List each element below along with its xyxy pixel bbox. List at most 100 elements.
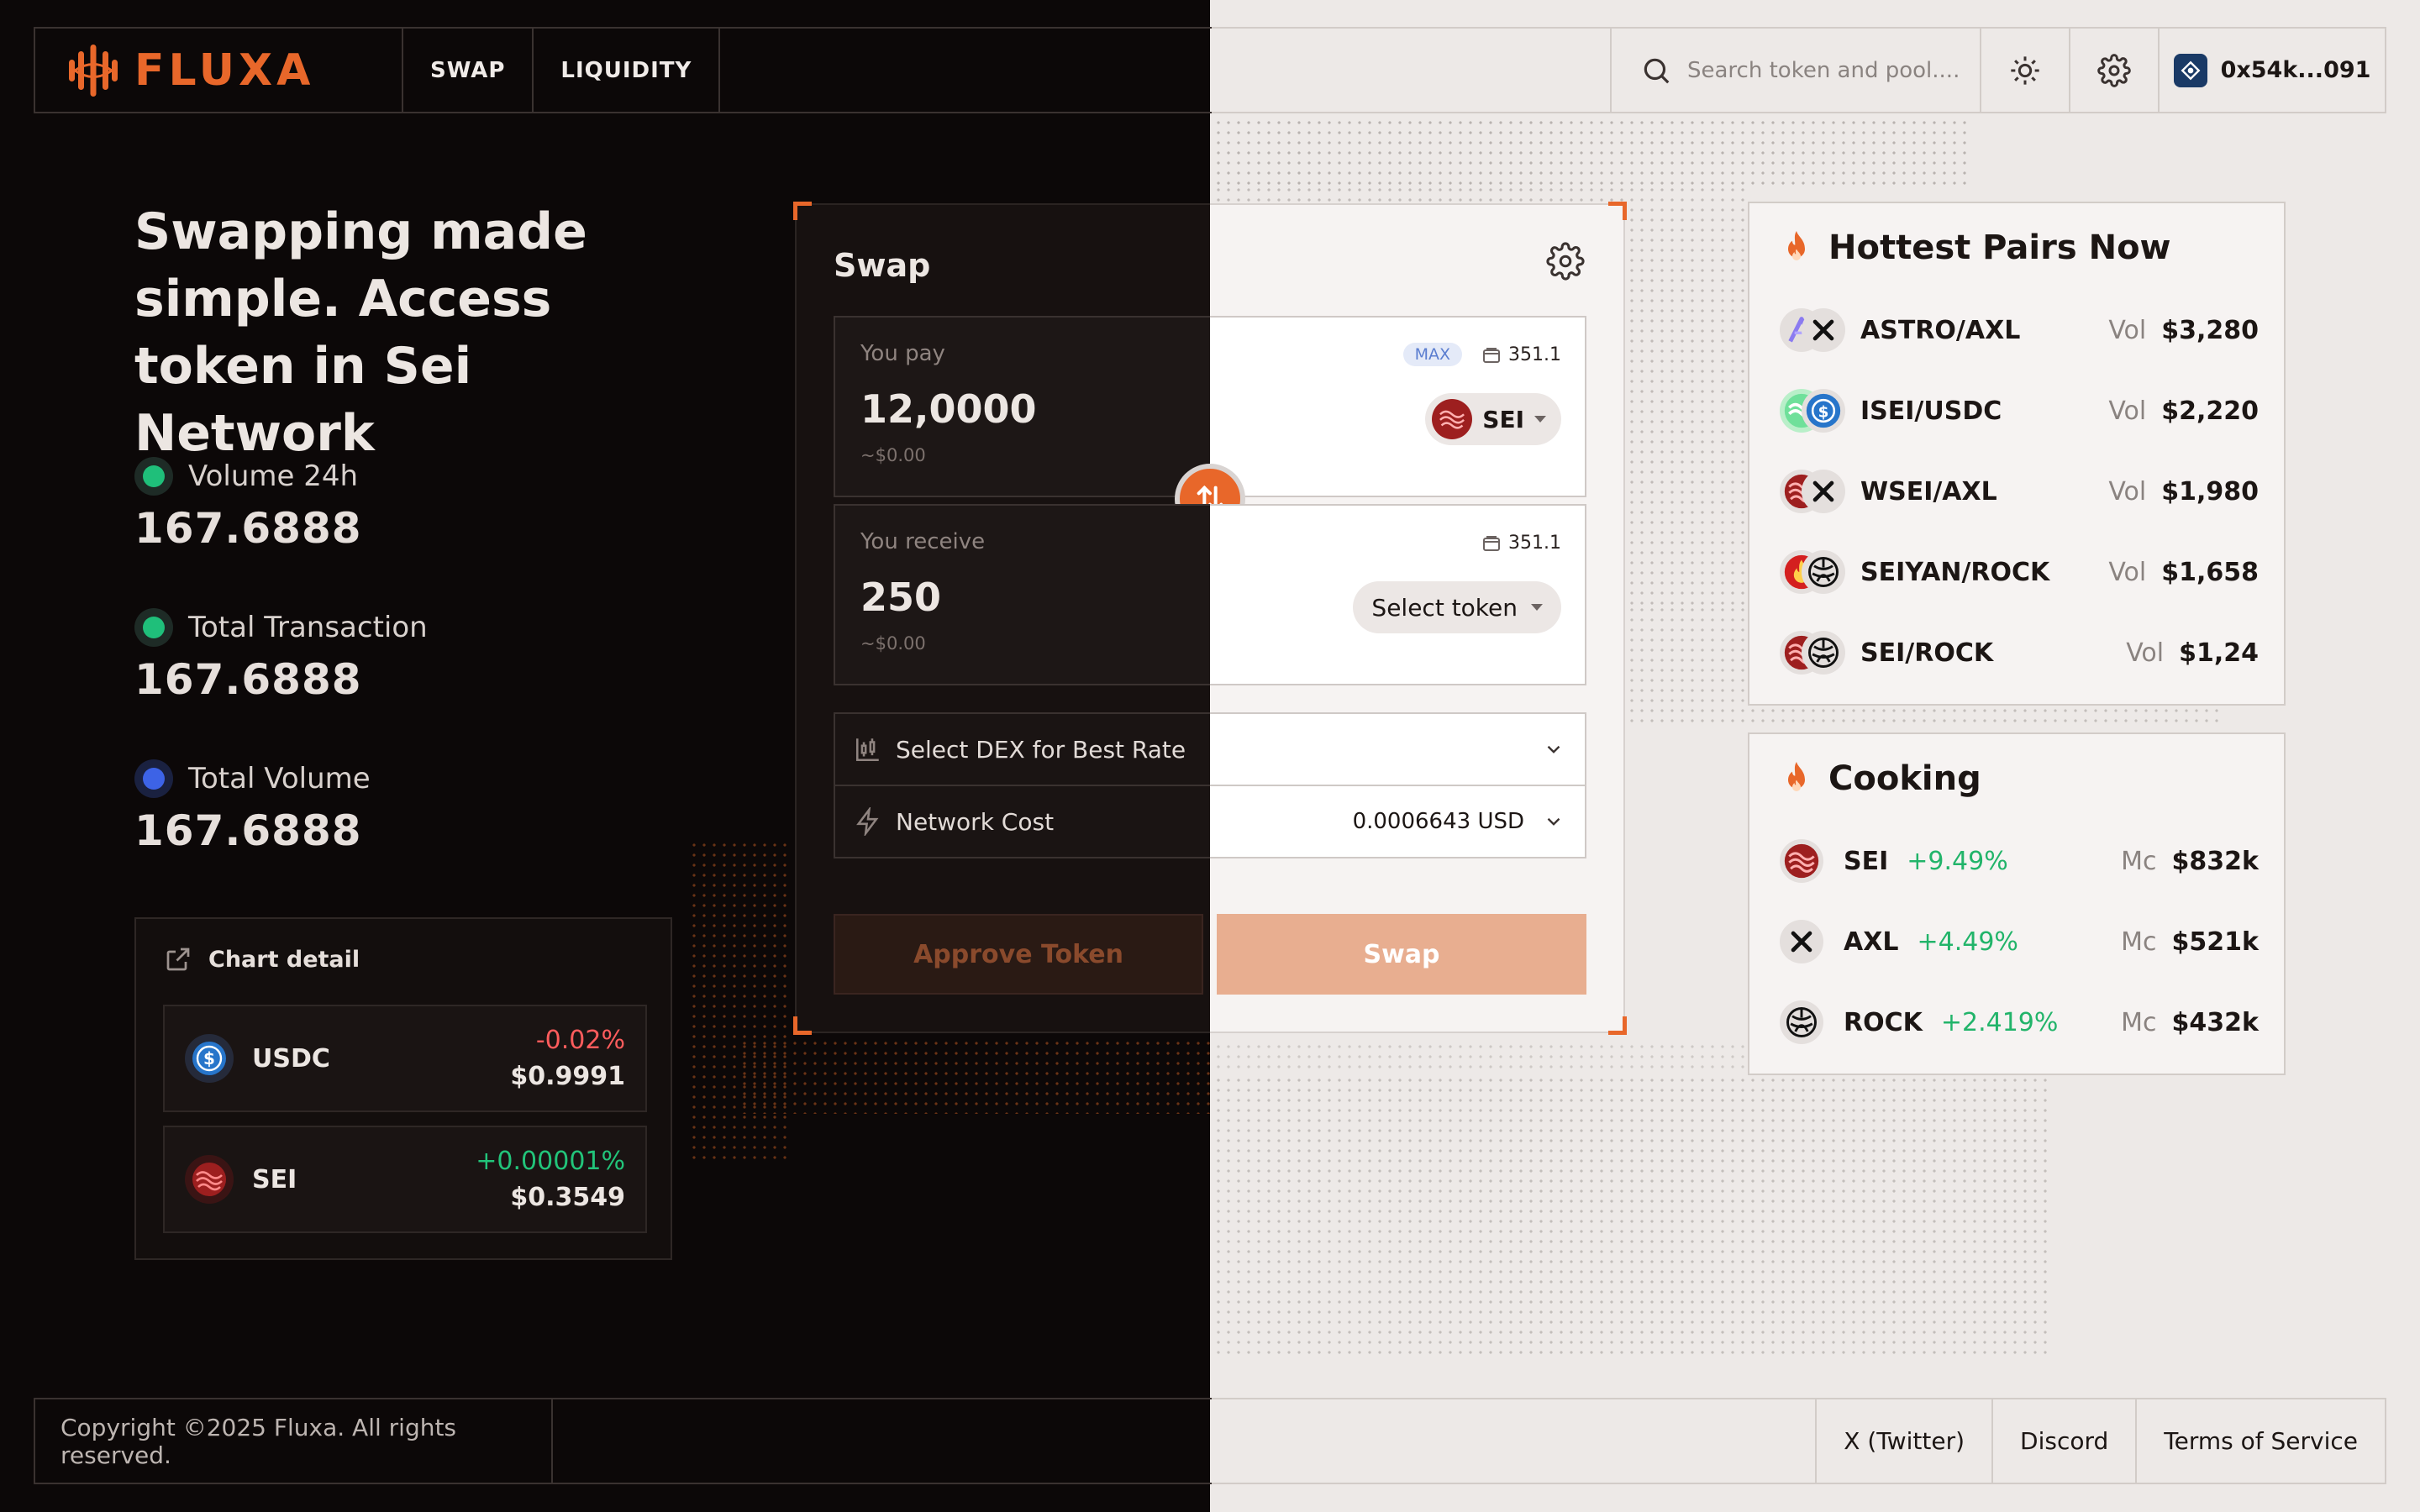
swap-card: Swap You pay 12,0000 ~$0.00 MAX 351.1 SE… bbox=[793, 202, 1627, 1035]
footer-link-terms[interactable]: Terms of Service bbox=[2135, 1399, 2385, 1483]
stat-label: Volume 24h bbox=[188, 459, 359, 493]
status-dot-icon bbox=[134, 759, 173, 798]
receive-usd-value: ~$0.00 bbox=[860, 633, 926, 654]
footer-links: X (Twitter) Discord Terms of Service bbox=[1815, 1399, 2385, 1483]
pair-name: WSEI/AXL bbox=[1860, 476, 1997, 507]
receive-balance: 351.1 bbox=[1481, 533, 1561, 554]
swap-button[interactable]: Swap bbox=[1217, 914, 1586, 995]
theme-toggle-button[interactable] bbox=[1980, 29, 2069, 112]
stat-label: Total Transaction bbox=[188, 611, 428, 644]
max-button[interactable]: MAX bbox=[1402, 343, 1462, 366]
chevron-down-icon bbox=[1534, 416, 1546, 423]
chart-detail-link[interactable]: Chart detail bbox=[136, 919, 671, 974]
dot-pattern bbox=[1213, 1042, 1802, 1075]
price-change: +2.419% bbox=[1940, 1007, 2059, 1037]
search-input[interactable]: Search token and pool.... bbox=[1610, 29, 1980, 112]
stat-volume-24h: Volume 24h 167.6888 bbox=[134, 457, 362, 553]
market-cap: $432k bbox=[2171, 1007, 2259, 1037]
pair-row-sei-rock[interactable]: SEI/ROCK Vol $1,24 bbox=[1780, 623, 2259, 682]
wallet-icon bbox=[1483, 347, 1501, 363]
lightning-icon bbox=[856, 807, 879, 836]
network-cost-label: Network Cost bbox=[896, 807, 1055, 836]
vol-label: Vol bbox=[2108, 396, 2147, 426]
pay-balance: 351.1 bbox=[1481, 344, 1561, 365]
pair-row-astro-axl[interactable]: ASTRO/AXL Vol $3,280 bbox=[1780, 301, 2259, 360]
receive-box: You receive 250 ~$0.00 351.1 Select toke… bbox=[834, 504, 1586, 685]
nav-swap[interactable]: SWAP bbox=[403, 29, 534, 112]
logo[interactable]: FLUXA bbox=[35, 29, 403, 112]
market-cap: $521k bbox=[2171, 927, 2259, 957]
pair-row-isei-usdc[interactable]: $ ISEI/USDC Vol $2,220 bbox=[1780, 381, 2259, 440]
settings-button[interactable] bbox=[2069, 29, 2158, 112]
external-link-icon bbox=[166, 948, 190, 971]
pair-row-seiyan-rock[interactable]: SEIYAN/ROCK Vol $1,658 bbox=[1780, 543, 2259, 601]
rock-token-icon bbox=[1802, 550, 1845, 594]
cooking-row-axl[interactable]: AXL +4.49% Mc $521k bbox=[1780, 912, 2259, 971]
token-name: USDC bbox=[252, 1043, 330, 1074]
fire-icon bbox=[1788, 762, 1805, 791]
approve-token-button[interactable]: Approve Token bbox=[834, 914, 1203, 995]
receive-amount-input[interactable]: 250 bbox=[860, 575, 941, 620]
vol-label: Vol bbox=[2108, 476, 2147, 507]
cooking-row-rock[interactable]: ROCK +2.419% Mc $432k bbox=[1780, 993, 2259, 1052]
copyright-text: Copyright ©2025 Fluxa. All rights reserv… bbox=[35, 1399, 553, 1483]
mc-label: Mc bbox=[2121, 1007, 2157, 1037]
footer: Copyright ©2025 Fluxa. All rights reserv… bbox=[34, 1398, 2386, 1484]
price-change: +9.49% bbox=[1907, 846, 2008, 876]
usdc-token-icon: $ bbox=[185, 1034, 234, 1083]
footer-link-twitter[interactable]: X (Twitter) bbox=[1815, 1399, 1991, 1483]
corner-decoration bbox=[1608, 202, 1627, 220]
pay-label: You pay bbox=[860, 341, 945, 366]
token-name: AXL bbox=[1844, 927, 1899, 957]
wallet-button[interactable]: 0x54k...091 bbox=[2158, 29, 2385, 112]
chevron-down-icon bbox=[1531, 604, 1543, 611]
pay-usd-value: ~$0.00 bbox=[860, 445, 926, 465]
token-name: SEI bbox=[252, 1164, 297, 1194]
select-token-label: Select token bbox=[1371, 593, 1518, 622]
receive-token-selector[interactable]: Select token bbox=[1353, 581, 1561, 633]
market-cap: $832k bbox=[2171, 846, 2259, 876]
stat-value: 167.6888 bbox=[134, 806, 362, 855]
price-change: +0.00001% bbox=[476, 1147, 625, 1176]
cooking-panel: Cooking SEI +9.49% Mc $832k AXL +4.49% M… bbox=[1748, 732, 2286, 1075]
footer-link-discord[interactable]: Discord bbox=[1991, 1399, 2135, 1483]
balance-value: 351.1 bbox=[1508, 344, 1561, 365]
corner-decoration bbox=[793, 202, 812, 220]
select-dex-dropdown[interactable]: Select DEX for Best Rate bbox=[834, 712, 1586, 786]
fluxa-logo-icon bbox=[69, 44, 118, 97]
wallet-address: 0x54k...091 bbox=[2220, 57, 2371, 83]
vol-label: Vol bbox=[2126, 638, 2165, 668]
nav-liquidity[interactable]: LIQUIDITY bbox=[534, 29, 721, 112]
chart-detail-row-usdc[interactable]: $ USDC -0.02% $0.9991 bbox=[163, 1005, 647, 1112]
wallet-icon bbox=[2173, 53, 2207, 87]
mc-label: Mc bbox=[2121, 846, 2157, 876]
cooking-row-sei[interactable]: SEI +9.49% Mc $832k bbox=[1780, 832, 2259, 890]
candlestick-chart-icon bbox=[855, 738, 879, 762]
price-change: +4.49% bbox=[1917, 927, 2018, 957]
network-cost-dropdown[interactable]: Network Cost 0.0006643 USD bbox=[834, 785, 1586, 858]
network-cost-value: 0.0006643 USD bbox=[1352, 809, 1524, 834]
rock-token-icon bbox=[1802, 631, 1845, 675]
pair-volume: $3,280 bbox=[2161, 315, 2259, 345]
stat-value: 167.6888 bbox=[134, 504, 362, 553]
token-name: ROCK bbox=[1844, 1007, 1923, 1037]
search-placeholder: Search token and pool.... bbox=[1687, 57, 1960, 83]
status-dot-icon bbox=[134, 457, 173, 496]
status-dot-icon bbox=[134, 608, 173, 647]
pair-row-wsei-axl[interactable]: WSEI/AXL Vol $1,980 bbox=[1780, 462, 2259, 521]
chart-detail-row-sei[interactable]: SEI +0.00001% $0.3549 bbox=[163, 1126, 647, 1233]
stat-total-volume: Total Volume 167.6888 bbox=[134, 759, 371, 855]
pay-amount-input[interactable]: 12,0000 bbox=[860, 386, 1037, 432]
token-price: $0.9991 bbox=[510, 1062, 625, 1091]
pay-token-selector[interactable]: SEI bbox=[1425, 393, 1561, 445]
pair-volume: $2,220 bbox=[2161, 396, 2259, 426]
swap-settings-gear-icon[interactable] bbox=[1546, 242, 1585, 281]
chevron-down-icon bbox=[1547, 817, 1560, 826]
sei-token-icon bbox=[1432, 399, 1473, 439]
sei-token-icon bbox=[185, 1155, 234, 1204]
logo-text: FLUXA bbox=[134, 45, 315, 96]
pair-name: ISEI/USDC bbox=[1860, 396, 2002, 426]
dot-pattern bbox=[1213, 1075, 2054, 1361]
hottest-title: Hottest Pairs Now bbox=[1828, 228, 2171, 267]
chart-detail-title: Chart detail bbox=[208, 946, 360, 973]
